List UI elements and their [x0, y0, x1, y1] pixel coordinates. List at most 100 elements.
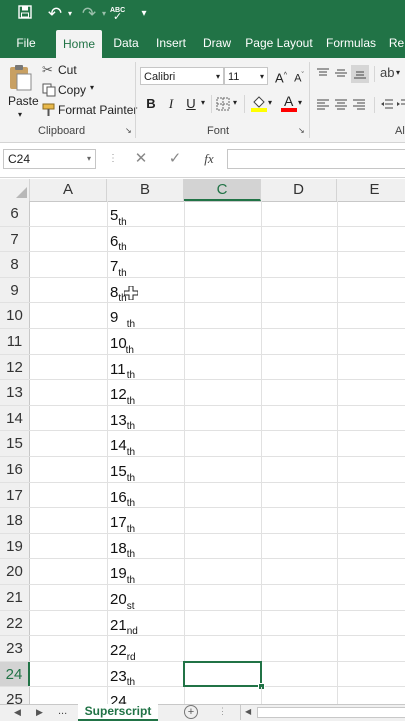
- gridline: [107, 201, 108, 226]
- font-color-dropdown-icon[interactable]: ▾: [298, 98, 302, 107]
- select-all-button[interactable]: [0, 179, 30, 201]
- column-header-a[interactable]: A: [30, 179, 107, 201]
- shrink-font-button[interactable]: Aˇ: [290, 67, 308, 85]
- column-header-c[interactable]: C: [184, 179, 261, 201]
- insert-function-button[interactable]: fx: [198, 149, 220, 169]
- italic-button[interactable]: I: [162, 95, 180, 113]
- column-header-e[interactable]: E: [337, 179, 405, 201]
- spelling-icon[interactable]: ABC ✓: [108, 4, 128, 24]
- save-icon[interactable]: [14, 4, 36, 24]
- copy-button[interactable]: Copy: [58, 83, 86, 97]
- align-center-icon[interactable]: [334, 97, 348, 111]
- increase-indent-icon[interactable]: [396, 97, 405, 111]
- tab-insert[interactable]: Insert: [152, 28, 190, 58]
- cell-b-value: 22: [110, 642, 127, 660]
- gridline: [107, 457, 108, 482]
- name-box[interactable]: C24 ▾: [3, 149, 96, 169]
- sheet-tab-superscript[interactable]: Superscript: [78, 704, 158, 721]
- cell-b[interactable]: 24 th: [110, 678, 135, 704]
- orientation-icon[interactable]: ab: [380, 65, 396, 81]
- cell-b[interactable]: 9th: [110, 294, 127, 328]
- orientation-dropdown-icon[interactable]: ▾: [396, 68, 400, 77]
- fill-color-icon[interactable]: [250, 94, 268, 112]
- scroll-sheets-left-icon[interactable]: ◀: [14, 707, 21, 718]
- tab-page-layout[interactable]: Page Layout: [245, 28, 313, 58]
- borders-icon[interactable]: [216, 97, 230, 111]
- copy-dropdown-icon[interactable]: ▾: [90, 83, 94, 92]
- add-sheet-icon[interactable]: +: [184, 705, 198, 719]
- row-header[interactable]: 13: [0, 380, 30, 405]
- underline-dropdown-icon[interactable]: ▾: [201, 98, 205, 107]
- row-header[interactable]: 15: [0, 431, 30, 456]
- align-middle-icon[interactable]: [334, 66, 348, 80]
- tab-file[interactable]: File: [8, 28, 44, 58]
- row-header[interactable]: 23: [0, 636, 30, 661]
- scroll-sheets-right-icon[interactable]: ▶: [36, 707, 43, 718]
- cut-button[interactable]: Cut: [58, 63, 77, 77]
- row-header[interactable]: 11: [0, 329, 30, 354]
- underline-button[interactable]: U: [182, 95, 200, 113]
- paste-icon[interactable]: [8, 64, 32, 92]
- bold-button[interactable]: B: [142, 95, 160, 113]
- row-header[interactable]: 25: [0, 687, 30, 704]
- align-bottom-icon[interactable]: [351, 65, 369, 83]
- row-header[interactable]: 19: [0, 533, 30, 559]
- customize-qat-icon[interactable]: ▾: [138, 4, 150, 24]
- align-left-icon[interactable]: [316, 97, 330, 111]
- enter-icon[interactable]: ✓: [166, 150, 184, 168]
- copy-icon[interactable]: [42, 83, 56, 97]
- cut-icon[interactable]: ✂: [42, 63, 56, 77]
- row-header[interactable]: 12: [0, 354, 30, 380]
- paste-button[interactable]: Paste: [8, 94, 39, 108]
- tab-home[interactable]: Home: [56, 30, 102, 58]
- selected-cell-c24[interactable]: [183, 660, 262, 688]
- clipboard-launcher-icon[interactable]: ↘: [125, 126, 132, 135]
- tab-formulas[interactable]: Formulas: [324, 28, 378, 58]
- borders-dropdown-icon[interactable]: ▾: [233, 98, 237, 107]
- font-launcher-icon[interactable]: ↘: [298, 126, 305, 135]
- row-header[interactable]: 21: [0, 585, 30, 610]
- gridline: [261, 687, 262, 704]
- row-header[interactable]: 16: [0, 457, 30, 482]
- align-right-icon[interactable]: [352, 97, 366, 111]
- tab-review-partial[interactable]: Re: [388, 28, 405, 58]
- row-header[interactable]: 14: [0, 405, 30, 431]
- scroll-left-icon[interactable]: ◀: [245, 707, 251, 716]
- decrease-indent-icon[interactable]: [380, 97, 394, 111]
- horizontal-scrollbar[interactable]: ◀: [240, 705, 405, 720]
- undo-icon[interactable]: ↶: [44, 4, 66, 24]
- column-header-d[interactable]: D: [261, 179, 337, 201]
- cell-b-value: 19: [110, 565, 127, 583]
- horizontal-scroll-thumb[interactable]: [257, 707, 405, 718]
- row-header[interactable]: 20: [0, 559, 30, 584]
- row-header[interactable]: 6: [0, 201, 30, 226]
- format-painter-icon[interactable]: [42, 103, 56, 117]
- font-name-box[interactable]: Calibri ▾: [140, 67, 224, 85]
- column-header-b[interactable]: B: [107, 179, 184, 201]
- tab-split-grip-icon[interactable]: ⋮: [218, 706, 227, 717]
- row-header[interactable]: 22: [0, 610, 30, 636]
- more-sheets-button[interactable]: ...: [58, 705, 67, 717]
- align-top-icon[interactable]: [316, 66, 330, 80]
- row-header[interactable]: 7: [0, 226, 30, 252]
- row-header[interactable]: 17: [0, 482, 30, 508]
- paste-dropdown-icon[interactable]: ▾: [18, 110, 22, 119]
- worksheet-grid[interactable]: 65th76th87th98th109th1110th1211th1312th1…: [0, 201, 405, 704]
- fill-color-dropdown-icon[interactable]: ▾: [268, 98, 272, 107]
- format-painter-button[interactable]: Format Painter: [58, 103, 137, 117]
- font-size-box[interactable]: 11 ▾: [224, 67, 268, 85]
- row-header[interactable]: 18: [0, 508, 30, 533]
- row-header[interactable]: 24: [0, 661, 30, 687]
- row-header[interactable]: 9: [0, 277, 30, 303]
- row-header[interactable]: 10: [0, 303, 30, 328]
- grow-font-button[interactable]: A^: [272, 67, 290, 85]
- gridline: [107, 380, 108, 405]
- font-color-icon[interactable]: A: [280, 93, 298, 112]
- tab-draw[interactable]: Draw: [200, 28, 234, 58]
- redo-icon[interactable]: ↷: [78, 4, 100, 24]
- undo-dropdown-icon[interactable]: ▾: [64, 4, 76, 24]
- formula-input[interactable]: [227, 149, 405, 169]
- cancel-icon[interactable]: ✕: [132, 150, 150, 168]
- tab-data[interactable]: Data: [110, 28, 142, 58]
- row-header[interactable]: 8: [0, 252, 30, 277]
